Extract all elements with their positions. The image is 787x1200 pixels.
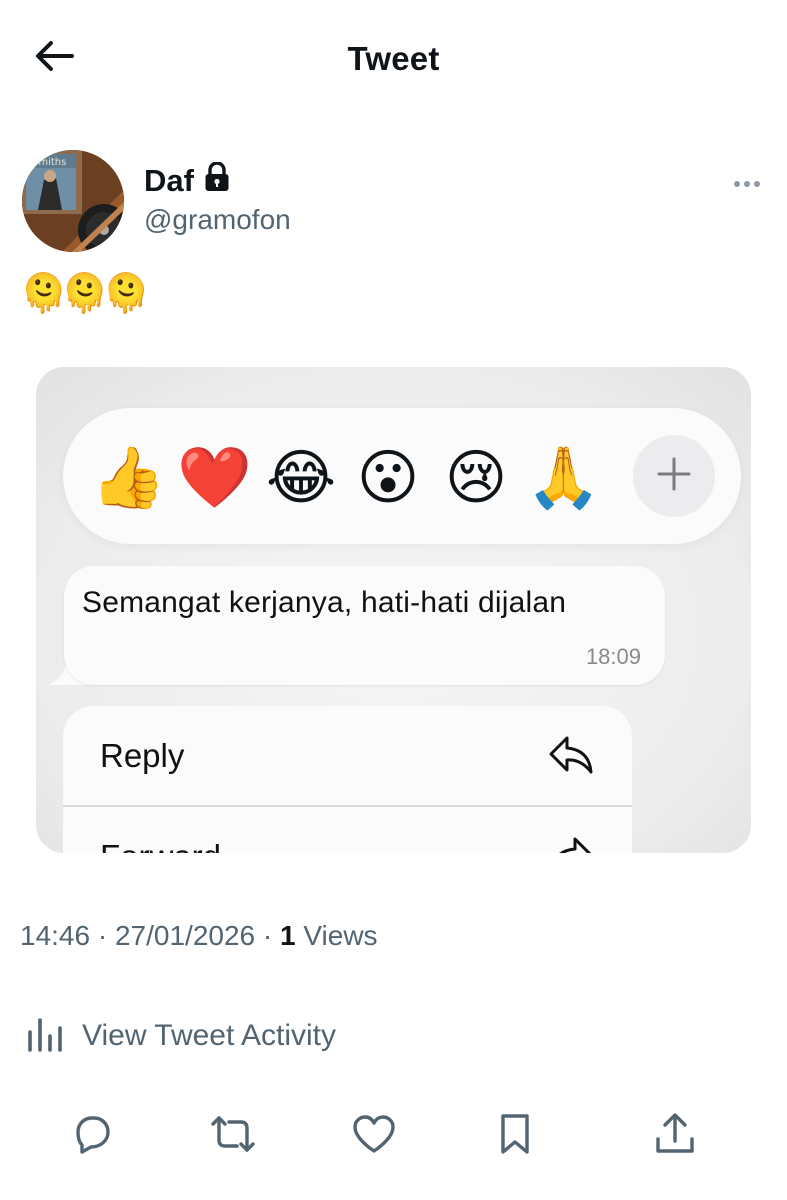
reaction-surprised[interactable]: 😮 — [352, 444, 424, 512]
tweet-date[interactable]: 27/01/2026 — [115, 920, 255, 951]
page-title: Tweet — [347, 40, 440, 77]
avatar-album-text: Smiths — [32, 157, 66, 168]
reaction-heart[interactable]: ❤️ — [177, 444, 252, 512]
author-handle[interactable]: @gramofon — [144, 204, 291, 236]
tweet-author: Smiths Daf @gramofon — [22, 150, 767, 254]
menu-item-forward[interactable]: Forward — [63, 807, 632, 853]
avatar[interactable]: Smiths — [22, 150, 124, 252]
reaction-laugh[interactable]: 😂 — [265, 444, 337, 512]
views-count: 1 — [280, 920, 296, 951]
comment-icon — [70, 1112, 114, 1161]
tweet-time[interactable]: 14:46 — [20, 920, 90, 951]
message-bubble[interactable]: Semangat kerjanya, hati-hati dijalan 18:… — [64, 566, 665, 685]
add-reaction-button[interactable] — [633, 435, 715, 517]
tweet-meta: 14:46 · 27/01/2026 · 1 Views — [20, 920, 378, 952]
retweet-button[interactable] — [209, 1112, 257, 1160]
reply-button[interactable] — [68, 1112, 116, 1160]
lock-icon — [204, 161, 230, 200]
more-dot — [744, 181, 750, 187]
bookmark-button[interactable] — [491, 1112, 539, 1160]
view-tweet-activity-link[interactable]: View Tweet Activity — [26, 1012, 336, 1060]
menu-item-reply[interactable]: Reply — [63, 706, 632, 806]
meta-separator: · — [262, 920, 273, 951]
bar-chart-icon — [26, 1014, 66, 1059]
heart-icon — [351, 1113, 397, 1160]
like-button[interactable] — [350, 1112, 398, 1160]
message-time: 18:09 — [585, 644, 641, 669]
tweet-action-bar — [0, 1108, 787, 1164]
share-button[interactable] — [651, 1112, 699, 1160]
plus-icon — [656, 456, 692, 497]
top-bar: Tweet — [0, 0, 787, 116]
reaction-thumbs-up[interactable]: 👍 — [91, 444, 166, 512]
reaction-pray[interactable]: 🙏 — [526, 444, 601, 512]
more-button[interactable] — [727, 172, 767, 196]
reaction-sad[interactable]: 😢 — [440, 444, 512, 512]
bookmark-icon — [495, 1112, 535, 1161]
reaction-bar: 👍 ❤️ 😂 😮 😢 🙏 — [63, 408, 741, 544]
reply-icon — [547, 734, 595, 778]
meta-separator: · — [97, 920, 108, 951]
author-name[interactable]: Daf — [144, 161, 230, 200]
message-text: Semangat kerjanya, hati-hati dijalan — [82, 586, 567, 619]
more-dot — [754, 181, 760, 187]
retweet-icon — [209, 1112, 257, 1161]
views-label: Views — [303, 920, 378, 951]
more-dot — [734, 181, 740, 187]
display-name: Daf — [144, 163, 194, 198]
forward-icon — [547, 835, 595, 853]
share-icon — [653, 1111, 697, 1162]
activity-label: View Tweet Activity — [82, 1019, 337, 1052]
tweet-text: 🫠🫠🫠 — [20, 273, 150, 315]
menu-item-label: Forward — [100, 838, 221, 853]
message-context-menu: Reply Forward — [63, 706, 632, 853]
tweet-media-image[interactable]: 👍 ❤️ 😂 😮 😢 🙏 Semangat kerjanya, hati-hat… — [36, 367, 751, 853]
menu-item-label: Reply — [100, 737, 185, 774]
